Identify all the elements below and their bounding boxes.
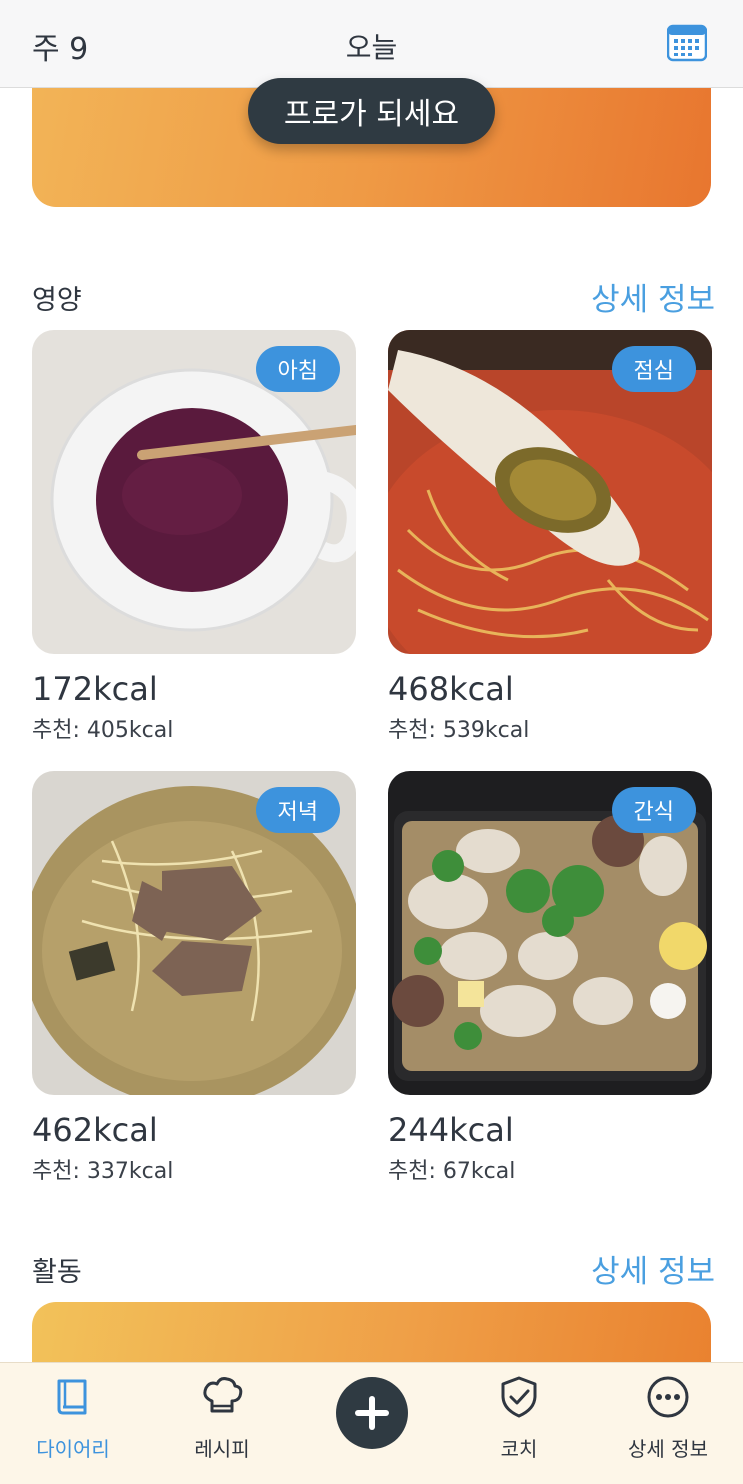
plus-icon: [355, 1396, 389, 1430]
meal-badge: 점심: [611, 346, 696, 392]
meal-badge: 저녁: [255, 787, 340, 833]
meal-kcal: 244kcal: [388, 1111, 514, 1149]
top-bar: 주 9 오늘: [0, 0, 743, 88]
meal-kcal: 462kcal: [32, 1111, 158, 1149]
tab-diary[interactable]: 다이어리: [8, 1363, 138, 1484]
add-button[interactable]: [336, 1377, 408, 1449]
activity-details-link[interactable]: 상세 정보: [591, 1246, 715, 1291]
tab-recipes[interactable]: 레시피: [157, 1363, 287, 1484]
tab-label: 상세 정보: [628, 1437, 708, 1461]
meal-badge: 간식: [611, 787, 696, 833]
meal-recommended: 추천: 337kcal: [32, 1159, 174, 1184]
activity-title: 활동: [32, 1257, 82, 1288]
calendar-icon[interactable]: [666, 24, 708, 62]
book-icon: [51, 1375, 95, 1419]
meal-recommended: 추천: 539kcal: [388, 718, 530, 743]
chef-hat-icon: [200, 1375, 244, 1419]
tab-coach[interactable]: 코치: [454, 1363, 584, 1484]
meal-card-dinner[interactable]: 저녁: [32, 771, 356, 1095]
tab-label: 코치: [500, 1437, 538, 1461]
nutrition-details-link[interactable]: 상세 정보: [591, 274, 715, 319]
page-title: 오늘: [345, 31, 398, 64]
shield-check-icon: [497, 1375, 541, 1419]
meal-kcal: 468kcal: [388, 670, 514, 708]
meal-recommended: 추천: 405kcal: [32, 718, 174, 743]
tab-bar: 다이어리 레시피 코치 상세 정보: [0, 1362, 743, 1484]
tab-label: 다이어리: [36, 1437, 110, 1461]
tab-label: 레시피: [194, 1437, 250, 1461]
meal-card-snack[interactable]: 간식: [388, 771, 712, 1095]
meal-recommended: 추천: 67kcal: [388, 1159, 516, 1184]
tab-more[interactable]: 상세 정보: [603, 1363, 733, 1484]
go-pro-button[interactable]: 프로가 되세요: [248, 78, 495, 144]
more-icon: [646, 1375, 690, 1419]
meal-badge: 아침: [255, 346, 340, 392]
meal-card-breakfast[interactable]: 아침: [32, 330, 356, 654]
meal-card-lunch[interactable]: 점심: [388, 330, 712, 654]
meal-kcal: 172kcal: [32, 670, 158, 708]
nutrition-title: 영양: [32, 285, 82, 316]
